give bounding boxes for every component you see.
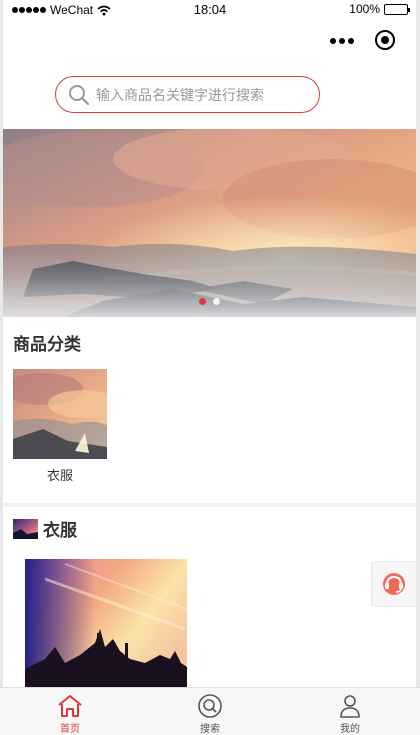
tab-profile[interactable]: 我的 <box>280 688 420 735</box>
section-divider <box>3 503 416 507</box>
category-item-label: 衣服 <box>46 468 73 483</box>
search-icon <box>198 694 222 718</box>
customer-service-icon <box>383 573 405 595</box>
clothing-section-title: 衣服 <box>43 521 77 540</box>
right-frame-border <box>416 0 420 735</box>
more-options-icon[interactable] <box>330 34 354 48</box>
search-icon <box>69 84 90 105</box>
status-right: 100% <box>349 2 410 16</box>
section-thumbnail-icon <box>13 518 38 539</box>
user-icon <box>340 695 360 718</box>
carousel-dot-active[interactable] <box>199 298 206 305</box>
tab-profile-label: 我的 <box>340 724 360 735</box>
tab-home[interactable]: 首页 <box>0 688 140 735</box>
nav-bar <box>0 20 420 64</box>
battery-percent: 100% <box>349 2 380 16</box>
tab-home-label: 首页 <box>60 724 80 735</box>
search-input[interactable] <box>96 79 319 110</box>
tab-search[interactable]: 搜索 <box>140 688 280 735</box>
close-miniprogram-icon[interactable] <box>375 30 395 50</box>
carousel-dot[interactable] <box>213 298 220 305</box>
banner-image <box>3 129 416 317</box>
tab-search-label: 搜索 <box>200 724 220 735</box>
tab-bar: 首页 搜索 我的 <box>0 687 420 735</box>
product-image[interactable] <box>25 559 187 687</box>
carousel-indicators <box>199 298 220 305</box>
banner-carousel[interactable] <box>3 129 416 317</box>
status-bar: WeChat 18:04 100% <box>0 0 420 20</box>
category-thumbnail <box>13 369 107 459</box>
left-frame-border <box>0 0 3 735</box>
category-item-clothing[interactable]: 衣服 <box>13 369 107 484</box>
battery-icon <box>384 3 410 15</box>
clothing-section-header: 衣服 <box>13 516 77 541</box>
home-icon <box>58 695 82 717</box>
search-bar[interactable] <box>55 76 320 113</box>
customer-service-button[interactable] <box>371 561 417 607</box>
category-section-title: 商品分类 <box>13 335 81 354</box>
